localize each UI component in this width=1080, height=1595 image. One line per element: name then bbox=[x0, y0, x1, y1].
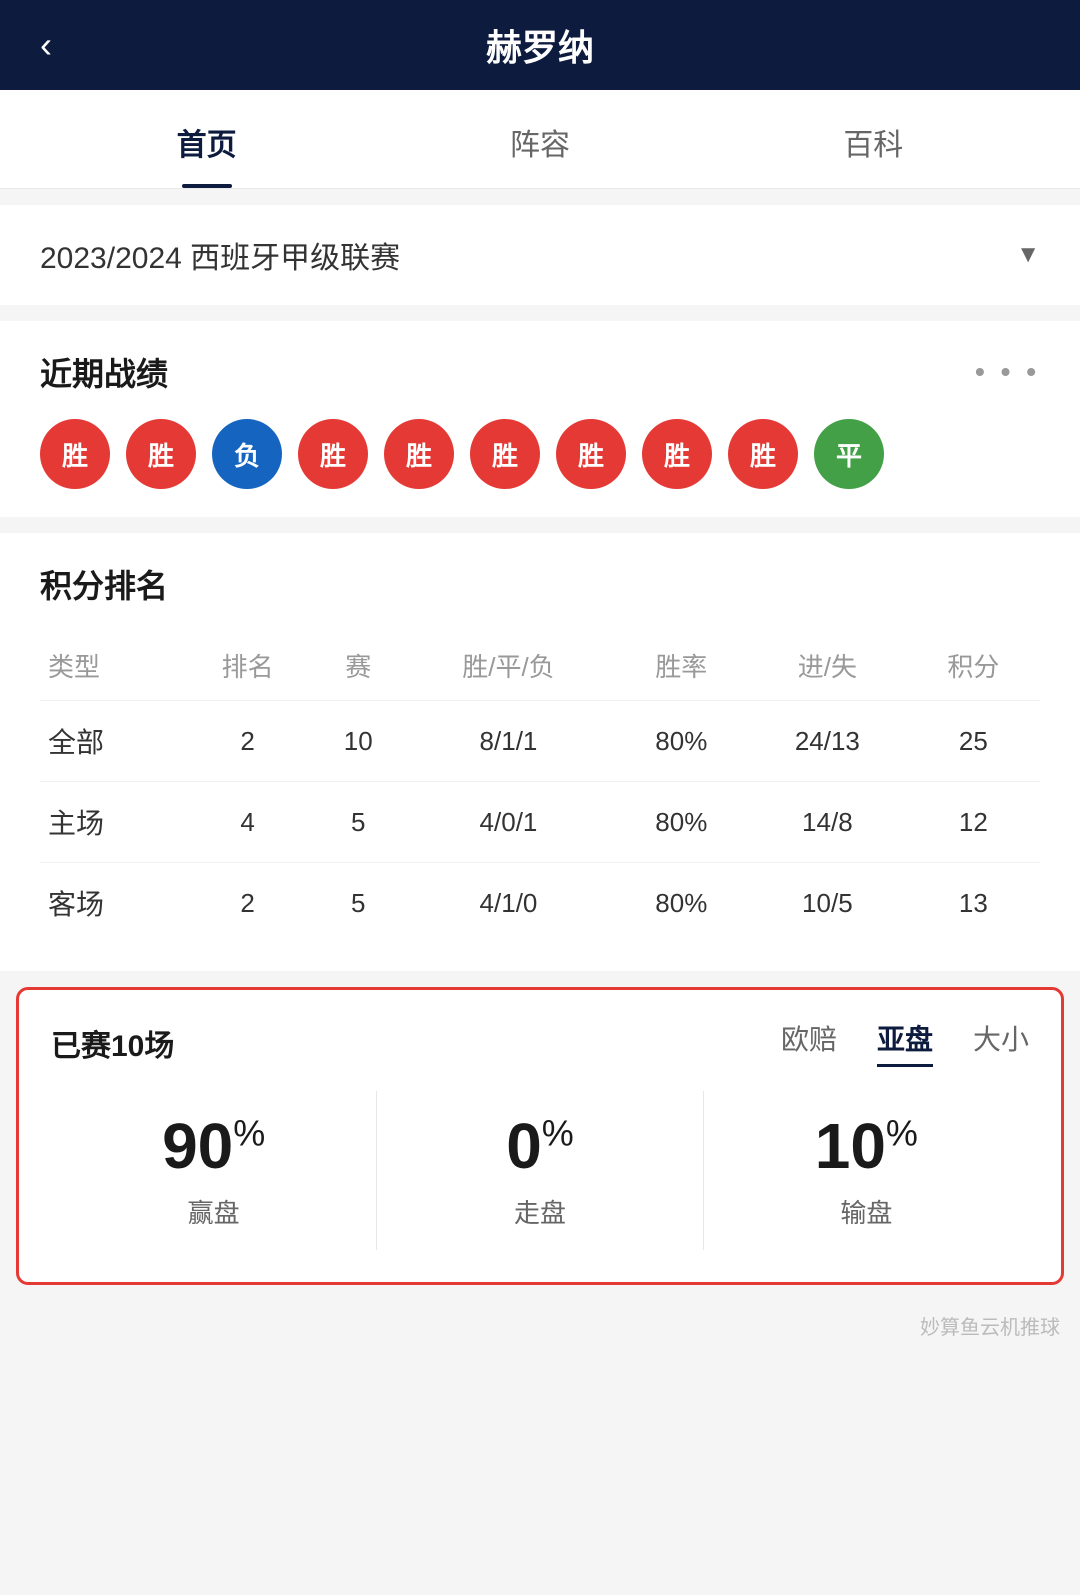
table-row: 全部2108/1/180%24/1325 bbox=[40, 701, 1040, 782]
table-cell: 10 bbox=[314, 701, 402, 782]
odds-title: 已赛10场 bbox=[51, 1021, 174, 1065]
table-cell: 主场 bbox=[40, 782, 181, 863]
more-options-icon[interactable]: • • • bbox=[975, 356, 1040, 388]
table-cell: 25 bbox=[907, 701, 1040, 782]
odds-section: 已赛10场 欧赔亚盘大小 90% 赢盘 0% 走盘 10% 输盘 bbox=[16, 987, 1064, 1285]
odds-label: 赢盘 bbox=[67, 1193, 360, 1230]
back-button[interactable]: ‹ bbox=[40, 24, 52, 66]
table-cell: 2 bbox=[181, 863, 314, 944]
table-cell: 4/1/0 bbox=[402, 863, 614, 944]
table-cell: 客场 bbox=[40, 863, 181, 944]
table-cell: 5 bbox=[314, 863, 402, 944]
result-badge-loss[interactable]: 负 bbox=[212, 419, 282, 489]
percent-symbol: % bbox=[233, 1113, 265, 1154]
season-section: 2023/2024 西班牙甲级联赛 ▼ bbox=[0, 205, 1080, 305]
table-row: 主场454/0/180%14/812 bbox=[40, 782, 1040, 863]
tab-wiki[interactable]: 百科 bbox=[707, 90, 1040, 188]
recent-results-title: 近期战绩 • • • bbox=[40, 349, 1040, 395]
result-badge-draw[interactable]: 平 bbox=[814, 419, 884, 489]
standings-section: 积分排名 类型排名赛胜/平/负胜率进/失积分 全部2108/1/180%24/1… bbox=[0, 533, 1080, 971]
table-cell: 2 bbox=[181, 701, 314, 782]
table-cell: 4/0/1 bbox=[402, 782, 614, 863]
odds-tab[interactable]: 欧赔 bbox=[781, 1018, 837, 1067]
percent-symbol: % bbox=[886, 1113, 918, 1154]
watermark-text: 妙算鱼云机推球 bbox=[920, 1317, 1060, 1339]
table-cell: 80% bbox=[615, 701, 748, 782]
table-cell: 80% bbox=[615, 863, 748, 944]
chevron-down-icon: ▼ bbox=[1016, 241, 1040, 269]
table-cell: 8/1/1 bbox=[402, 701, 614, 782]
odds-tab[interactable]: 大小 bbox=[973, 1018, 1029, 1067]
odds-label: 走盘 bbox=[393, 1193, 686, 1230]
watermark: 妙算鱼云机推球 bbox=[0, 1301, 1080, 1360]
odds-label: 输盘 bbox=[720, 1193, 1013, 1230]
result-badge-win[interactable]: 胜 bbox=[126, 419, 196, 489]
standings-table-container: 类型排名赛胜/平/负胜率进/失积分 全部2108/1/180%24/1325主场… bbox=[40, 631, 1040, 943]
col-header: 类型 bbox=[40, 631, 181, 701]
odds-card: 0% 走盘 bbox=[377, 1091, 703, 1250]
percent-symbol: % bbox=[542, 1113, 574, 1154]
table-cell: 13 bbox=[907, 863, 1040, 944]
table-cell: 14/8 bbox=[748, 782, 907, 863]
odds-tab[interactable]: 亚盘 bbox=[877, 1018, 933, 1067]
col-header: 赛 bbox=[314, 631, 402, 701]
col-header: 积分 bbox=[907, 631, 1040, 701]
recent-results-section: 近期战绩 • • • 胜胜负胜胜胜胜胜胜平 bbox=[0, 321, 1080, 517]
odds-card: 10% 输盘 bbox=[704, 1091, 1029, 1250]
odds-tabs: 欧赔亚盘大小 bbox=[781, 1018, 1029, 1067]
result-badge-win[interactable]: 胜 bbox=[470, 419, 540, 489]
table-cell: 10/5 bbox=[748, 863, 907, 944]
standings-table: 类型排名赛胜/平/负胜率进/失积分 全部2108/1/180%24/1325主场… bbox=[40, 631, 1040, 943]
tab-bar: 首页 阵容 百科 bbox=[0, 90, 1080, 189]
result-badge-win[interactable]: 胜 bbox=[642, 419, 712, 489]
odds-cards: 90% 赢盘 0% 走盘 10% 输盘 bbox=[51, 1091, 1029, 1250]
odds-percent: 90% bbox=[67, 1111, 360, 1181]
result-badge-win[interactable]: 胜 bbox=[40, 419, 110, 489]
tab-home[interactable]: 首页 bbox=[40, 90, 373, 188]
col-header: 胜率 bbox=[615, 631, 748, 701]
standings-title: 积分排名 bbox=[40, 561, 1040, 607]
table-cell: 24/13 bbox=[748, 701, 907, 782]
table-cell: 5 bbox=[314, 782, 402, 863]
table-cell: 全部 bbox=[40, 701, 181, 782]
col-header: 进/失 bbox=[748, 631, 907, 701]
odds-percent: 10% bbox=[720, 1111, 1013, 1181]
odds-header: 已赛10场 欧赔亚盘大小 bbox=[51, 1018, 1029, 1067]
tab-lineup[interactable]: 阵容 bbox=[373, 90, 706, 188]
table-cell: 4 bbox=[181, 782, 314, 863]
result-badge-win[interactable]: 胜 bbox=[298, 419, 368, 489]
result-badge-win[interactable]: 胜 bbox=[384, 419, 454, 489]
odds-percent: 0% bbox=[393, 1111, 686, 1181]
page-title: 赫罗纳 bbox=[486, 19, 594, 71]
table-cell: 12 bbox=[907, 782, 1040, 863]
season-label: 2023/2024 西班牙甲级联赛 bbox=[40, 233, 400, 277]
col-header: 排名 bbox=[181, 631, 314, 701]
table-cell: 80% bbox=[615, 782, 748, 863]
season-selector[interactable]: 2023/2024 西班牙甲级联赛 ▼ bbox=[40, 233, 1040, 277]
result-badge-win[interactable]: 胜 bbox=[728, 419, 798, 489]
odds-card: 90% 赢盘 bbox=[51, 1091, 377, 1250]
app-header: ‹ 赫罗纳 bbox=[0, 0, 1080, 90]
table-row: 客场254/1/080%10/513 bbox=[40, 863, 1040, 944]
result-badge-win[interactable]: 胜 bbox=[556, 419, 626, 489]
results-row: 胜胜负胜胜胜胜胜胜平 bbox=[40, 419, 1040, 489]
col-header: 胜/平/负 bbox=[402, 631, 614, 701]
